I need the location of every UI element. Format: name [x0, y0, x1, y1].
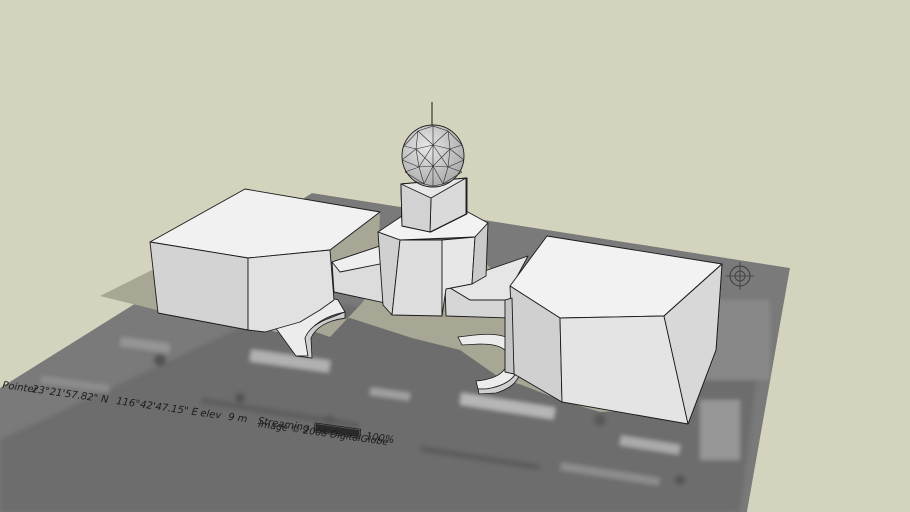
geodesic-sphere [401, 102, 465, 188]
3d-model-viewport[interactable]: Pointer 23°21'57.82" N 116°42'47.15" E e… [0, 0, 910, 512]
model-scene[interactable]: Pointer 23°21'57.82" N 116°42'47.15" E e… [0, 0, 910, 512]
